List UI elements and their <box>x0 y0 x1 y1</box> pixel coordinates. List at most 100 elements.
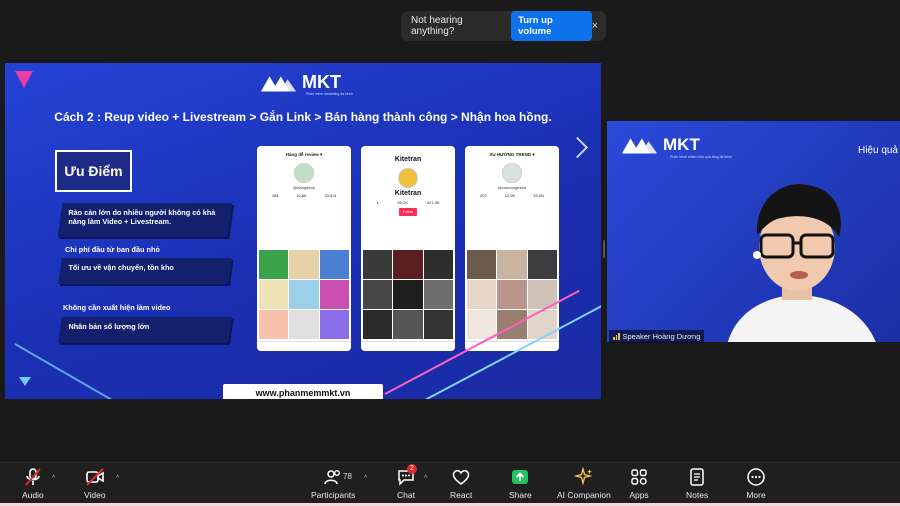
video-options-chevron-icon[interactable]: ^ <box>116 475 119 482</box>
audio-notification: Not hearing anything? Turn up volume × <box>401 11 606 41</box>
speaker-person-image <box>728 184 876 342</box>
slide-logo: MKT <box>260 72 341 93</box>
sparkle-icon <box>573 467 593 486</box>
ai-companion-label: AI Companion <box>557 490 611 500</box>
stat-value: 184 <box>271 193 279 198</box>
point-text: Tối ưu về vận chuyển, tồn kho <box>68 263 174 272</box>
decorative-triangle <box>19 377 31 386</box>
slide-logo-subtitle: Phần mềm marketing đa kênh <box>306 92 353 96</box>
speaker-video-tile[interactable]: MKT Phần mềm chăm hiệu quả tăng đa kênh … <box>607 121 900 342</box>
participants-count: 78 <box>343 472 352 481</box>
point-text: Chi phí đầu từ ban đầu nhỏ <box>65 245 160 254</box>
website-url: www.phanmemmkt.vn <box>223 384 383 399</box>
stat-value: 421,3K <box>426 200 440 205</box>
video-grid <box>363 250 453 339</box>
audio-label: Audio <box>22 490 44 500</box>
share-button[interactable]: Share <box>509 467 532 500</box>
advantages-heading: Ưu Điểm <box>55 150 132 192</box>
phone-nav-bar <box>361 341 455 351</box>
more-dots-icon <box>747 468 765 486</box>
decorative-streak <box>14 343 146 399</box>
stat-value: 1 <box>376 200 379 205</box>
notification-text: Not hearing anything? <box>411 15 463 37</box>
phone-stats: 184 10,8K 33,5 N <box>263 193 345 198</box>
decorative-chevron <box>566 136 589 159</box>
more-button[interactable]: More <box>746 467 766 500</box>
notes-label: Notes <box>686 490 709 500</box>
meeting-toolbar: Audio ^ Video ^ Participants 78 ^ Chat 2… <box>0 462 900 506</box>
speaker-name-label: Speaker Hoàng Dương <box>609 330 705 343</box>
phone-stats: 207 12,9K 33,0N <box>471 193 553 198</box>
tile-side-text: Hiệu quả <box>857 145 898 156</box>
phone-handle: @hangdepp <box>293 185 315 190</box>
phone-title: XU HƯỚNG TREND ▾ <box>489 152 535 157</box>
phone-handle: @xuhuongtrend <box>497 185 527 190</box>
avatar <box>502 163 522 183</box>
follow-button: Follow <box>398 208 418 216</box>
audio-button[interactable]: Audio <box>22 467 44 500</box>
chat-unread-badge: 2 <box>407 464 417 474</box>
chat-options-chevron-icon[interactable]: ^ <box>424 475 427 482</box>
avatar <box>294 163 314 183</box>
point-card: Rào cản lớn do nhiều người không có khả … <box>57 203 233 237</box>
phone-stats: 1 50,2K 421,3K <box>367 200 449 205</box>
muted-microphone-icon <box>25 468 41 486</box>
participants-options-chevron-icon[interactable]: ^ <box>364 475 367 482</box>
panel-resize-handle[interactable] <box>603 240 605 258</box>
stat-value: 10,8K <box>296 193 307 198</box>
slide-logo-text: MKT <box>302 72 341 92</box>
point-text: Nhân bản số lượng lớn <box>68 322 150 331</box>
phone-screenshot: Kitetran Kitetran 1 50,2K 421,3K Follow <box>361 146 455 351</box>
chat-label: Chat <box>397 490 415 500</box>
point-card: Nhân bản số lượng lớn <box>58 317 232 343</box>
phone-title: Hàng dễ review ▾ <box>285 152 323 157</box>
close-notification-button[interactable]: × <box>592 20 598 32</box>
tile-logo-subtitle: Phần mềm chăm hiệu quả tăng đa kênh <box>670 155 733 159</box>
tile-logo: MKT <box>621 135 700 155</box>
decorative-triangle <box>15 71 33 88</box>
phone-buttons: Follow <box>361 208 455 216</box>
point-text: Không cần xuất hiện làm video <box>63 303 171 312</box>
audio-options-chevron-icon[interactable]: ^ <box>52 475 55 482</box>
mkt-logo-icon <box>260 75 297 92</box>
video-off-icon <box>85 468 104 486</box>
mkt-logo-icon <box>621 138 658 154</box>
stat-value: 33,5 N <box>324 193 337 198</box>
stat-value: 50,2K <box>397 200 408 205</box>
more-label: More <box>746 490 766 500</box>
participants-label: Participants <box>311 490 356 500</box>
react-label: React <box>450 490 473 500</box>
ai-companion-button[interactable]: AI Companion <box>557 467 611 500</box>
apps-button[interactable]: Apps <box>629 467 649 500</box>
avatar <box>398 168 418 188</box>
participants-icon <box>324 470 341 485</box>
react-button[interactable]: React <box>450 467 472 500</box>
phone-screenshot: XU HƯỚNG TREND ▾ @xuhuongtrend 207 12,9K… <box>465 146 559 351</box>
video-grid <box>259 250 349 339</box>
point-text: Rào cản lớn do nhiều người không có khả … <box>68 208 216 227</box>
notes-button[interactable]: Notes <box>686 467 708 500</box>
point-card: Tối ưu về vận chuyển, tồn kho <box>58 258 232 284</box>
phone-big-name: Kitetran <box>394 190 422 197</box>
phone-nav-bar <box>257 341 351 351</box>
stat-value: 12,9K <box>504 193 516 198</box>
phone-title: Kitetran <box>394 156 422 163</box>
signal-strength-icon <box>613 333 620 340</box>
shared-screen-slide: MKT Phần mềm marketing đa kênh Cách 2 : … <box>5 63 601 399</box>
meeting-stage: Not hearing anything? Turn up volume × M… <box>0 0 900 462</box>
heart-icon <box>452 469 470 485</box>
share-label: Share <box>509 490 532 500</box>
apps-grid-icon <box>631 469 647 485</box>
stat-value: 33,0N <box>533 193 544 198</box>
notes-icon <box>690 468 704 486</box>
tile-logo-text: MKT <box>663 135 700 154</box>
stat-value: 207 <box>480 193 487 198</box>
turn-up-volume-button[interactable]: Turn up volume <box>511 11 592 41</box>
share-screen-icon <box>512 470 529 484</box>
video-label: Video <box>84 490 106 500</box>
slide-title: Cách 2 : Reup video + Livestream > Gắn L… <box>54 110 552 124</box>
video-button[interactable]: Video <box>84 467 106 500</box>
apps-label: Apps <box>629 490 649 500</box>
phone-screenshot: Hàng dễ review ▾ @hangdepp 184 10,8K 33,… <box>257 146 351 351</box>
speaker-name: Speaker Hoàng Dương <box>622 332 701 341</box>
